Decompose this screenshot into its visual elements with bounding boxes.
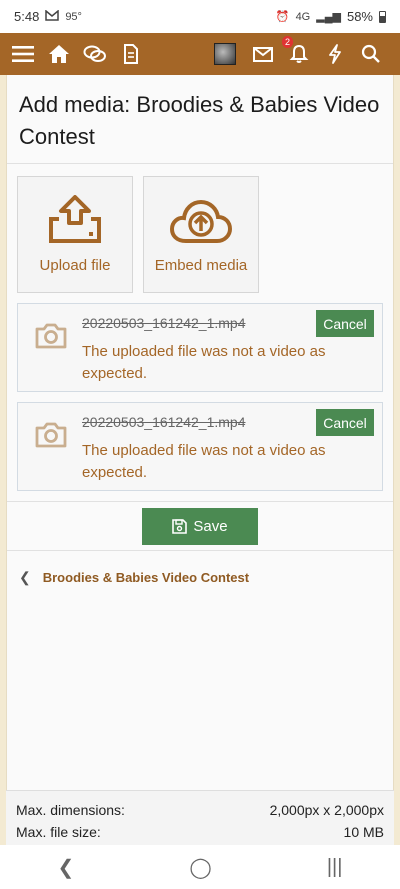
upload-error-message: The uploaded file was not a video as exp… <box>82 343 326 382</box>
max-filesize-row: Max. file size: 10 MB <box>16 821 384 843</box>
embed-media-label: Embed media <box>154 257 248 274</box>
signal-icon: ▂▄▆ <box>316 11 341 23</box>
camera-icon <box>35 422 67 448</box>
user-avatar[interactable] <box>214 43 236 65</box>
gmail-icon <box>45 8 60 24</box>
max-filesize-label: Max. file size: <box>16 824 101 840</box>
back-icon[interactable]: ❮ <box>58 855 75 880</box>
cloud-upload-icon <box>170 199 232 243</box>
camera-icon <box>35 323 67 349</box>
max-dimensions-row: Max. dimensions: 2,000px x 2,000px <box>16 799 384 821</box>
upload-error-message: The uploaded file was not a video as exp… <box>82 442 326 481</box>
alarm-icon: ⏰ <box>275 11 290 23</box>
upload-icon <box>49 195 101 243</box>
media-source-tiles: Upload file Embed media <box>7 164 393 293</box>
document-icon[interactable] <box>116 39 146 69</box>
add-media-panel: Add media: Broodies & Babies Video Conte… <box>6 75 394 845</box>
home-icon[interactable] <box>44 39 74 69</box>
upload-limits: Max. dimensions: 2,000px x 2,000px Max. … <box>6 790 394 845</box>
temperature-text: 95° <box>65 10 82 23</box>
recent-apps-icon[interactable]: ||| <box>327 856 343 879</box>
max-filesize-value: 10 MB <box>343 824 384 840</box>
form-actions: Save <box>7 501 393 551</box>
breadcrumb: ❮ Broodies & Babies Video Contest <box>7 551 393 604</box>
upload-item: 20220503_161242_1.mp4 Cancel The uploade… <box>17 303 383 392</box>
home-circle-icon[interactable]: ◯ <box>189 855 211 880</box>
upload-filename: 20220503_161242_1.mp4 <box>82 315 246 331</box>
lightning-icon[interactable] <box>320 39 350 69</box>
chat-icon[interactable] <box>80 39 110 69</box>
menu-icon[interactable] <box>8 39 38 69</box>
save-label: Save <box>193 517 228 535</box>
search-icon[interactable] <box>356 39 386 69</box>
upload-filename: 20220503_161242_1.mp4 <box>82 414 246 430</box>
mail-icon[interactable] <box>248 39 278 69</box>
top-navbar: 2 <box>0 33 400 75</box>
save-icon <box>172 518 188 534</box>
page-title: Add media: Broodies & Babies Video Conte… <box>7 75 393 164</box>
status-time: 5:48 <box>14 9 40 24</box>
cancel-upload-button[interactable]: Cancel <box>316 310 374 337</box>
upload-file-button[interactable]: Upload file <box>17 176 133 293</box>
upload-item: 20220503_161242_1.mp4 Cancel The uploade… <box>17 402 383 491</box>
battery-percent: 58% <box>346 9 373 24</box>
notification-badge: 2 <box>282 36 294 48</box>
chevron-left-icon: ❮ <box>19 569 31 585</box>
battery-icon <box>379 10 386 23</box>
max-dimensions-label: Max. dimensions: <box>16 802 125 818</box>
system-navigation-bar: ❮ ◯ ||| <box>0 845 400 889</box>
status-bar: 5:48 95° ⏰ 4G ▂▄▆ 58% <box>0 0 400 33</box>
upload-file-label: Upload file <box>39 257 111 274</box>
cancel-upload-button[interactable]: Cancel <box>316 409 374 436</box>
save-button[interactable]: Save <box>142 507 258 545</box>
notifications-button[interactable]: 2 <box>282 36 314 69</box>
network-label: 4G <box>295 10 311 23</box>
max-dimensions-value: 2,000px x 2,000px <box>269 802 384 818</box>
bell-icon <box>289 44 309 63</box>
embed-media-button[interactable]: Embed media <box>143 176 259 293</box>
breadcrumb-link[interactable]: Broodies & Babies Video Contest <box>43 570 249 585</box>
